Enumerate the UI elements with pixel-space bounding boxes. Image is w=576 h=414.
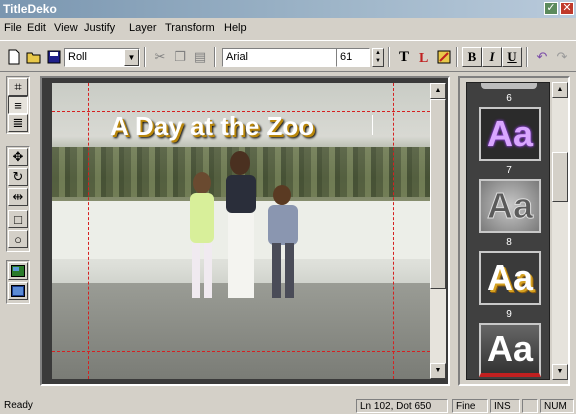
toolbar-separator — [214, 47, 216, 67]
close-button[interactable]: ✕ — [560, 2, 574, 15]
canvas-scrollbar[interactable]: ▲ ▼ — [430, 83, 446, 379]
style-number: 8 — [506, 237, 512, 248]
toolbar-separator — [144, 47, 146, 67]
window-titlebar: TitleDeko ✓ ✕ — [0, 0, 576, 18]
video-preview[interactable]: A Day at the Zoo — [52, 83, 430, 379]
rectangle-icon[interactable]: □ — [8, 210, 28, 228]
italic-button[interactable]: I — [482, 47, 502, 67]
menu-file[interactable]: File — [4, 22, 22, 34]
style-list[interactable]: 6 Aa 7 Aa 8 Aa 9 Aa — [466, 82, 550, 380]
style-scrollbar[interactable]: ▲ ▼ — [552, 82, 568, 380]
align-lines-icon[interactable]: ≣ — [8, 114, 28, 132]
empty-indicator — [522, 399, 538, 413]
family-figures — [190, 151, 298, 298]
menu-edit[interactable]: Edit — [27, 22, 46, 34]
title-text[interactable]: A Day at the Zoo — [110, 111, 314, 142]
menu-help[interactable]: Help — [224, 22, 247, 34]
new-file-icon[interactable] — [4, 47, 24, 67]
text-tool-button[interactable]: T — [394, 47, 414, 67]
canvas-scroll-thumb[interactable] — [430, 99, 446, 289]
status-bar: Ready Ln 102, Dot 650 Fine INS NUM — [0, 398, 576, 414]
maximize-button[interactable]: ✓ — [544, 2, 558, 15]
safe-area-guide-left — [88, 83, 89, 379]
toolbar-separator — [388, 47, 390, 67]
mode-select[interactable]: Roll ▼ — [64, 48, 140, 67]
paste-icon[interactable]: ▤ — [190, 47, 210, 67]
num-indicator: NUM — [540, 399, 574, 413]
style-swatch[interactable]: Aa — [479, 179, 541, 233]
scroll-down-icon[interactable]: ▼ — [430, 363, 446, 379]
style-swatch[interactable]: Aa — [479, 251, 541, 305]
scroll-down-icon[interactable]: ▼ — [552, 364, 568, 380]
background-icon[interactable] — [8, 282, 28, 300]
cursor-position: Ln 102, Dot 650 — [356, 399, 448, 413]
toolbar-separator — [526, 47, 528, 67]
cut-icon[interactable]: ✂ — [150, 47, 170, 67]
font-size-value: 61 — [340, 51, 353, 63]
status-text: Ready — [4, 400, 33, 411]
style-scroll-thumb[interactable] — [552, 152, 568, 202]
window-title: TitleDeko — [3, 2, 57, 16]
save-disk-icon[interactable] — [44, 47, 64, 67]
style-swatch-partial — [481, 83, 537, 89]
mode-select-value: Roll — [68, 51, 87, 63]
style-number: 9 — [506, 309, 512, 320]
style-panel: 6 Aa 7 Aa 8 Aa 9 Aa ▲ ▼ — [458, 76, 570, 386]
left-toolbox: ⌗ ≡ ≣ ✥ ↻ ⇹ □ ○ — [6, 76, 30, 396]
title-canvas[interactable]: A Day at the Zoo ▲ ▼ — [40, 76, 450, 386]
style-number: 7 — [506, 165, 512, 176]
open-folder-icon[interactable] — [24, 47, 44, 67]
style-swatch[interactable]: Aa — [479, 107, 541, 161]
main-toolbar: Roll ▼ ✂ ❐ ▤ Arial ▼ 61 ▲▼ T L B I U ↶ ↷ — [0, 40, 576, 72]
style-swatch[interactable]: Aa — [479, 323, 541, 377]
toolbar-separator — [456, 47, 458, 67]
style-number: 6 — [506, 93, 512, 104]
scroll-up-icon[interactable]: ▲ — [552, 82, 568, 98]
text-cursor — [372, 115, 373, 135]
undo-icon[interactable]: ↶ — [532, 47, 552, 67]
mirror-icon[interactable]: ⇹ — [8, 188, 28, 206]
font-size-spinner[interactable]: ▲ ▼ — [372, 48, 384, 67]
ins-indicator: INS — [490, 399, 520, 413]
copy-icon[interactable]: ❐ — [170, 47, 190, 67]
menu-justify[interactable]: Justify — [84, 22, 115, 34]
menu-view[interactable]: View — [54, 22, 78, 34]
style-brush-icon[interactable] — [434, 47, 454, 67]
font-size-input[interactable]: 61 — [336, 48, 370, 67]
move-icon[interactable]: ✥ — [8, 148, 28, 166]
picture-icon[interactable] — [8, 262, 28, 280]
rotate-icon[interactable]: ↻ — [8, 168, 28, 186]
redo-icon[interactable]: ↷ — [552, 47, 572, 67]
render-quality: Fine — [452, 399, 488, 413]
safe-area-guide-top — [52, 111, 430, 112]
scroll-up-icon[interactable]: ▲ — [430, 83, 446, 99]
safe-area-guide-right — [393, 83, 394, 379]
menu-bar: File Edit View Justify Layer Transform H… — [0, 18, 576, 38]
menu-layer[interactable]: Layer — [129, 22, 157, 34]
text-color-icon[interactable]: L — [414, 47, 434, 67]
svg-text:L: L — [419, 51, 428, 65]
chevron-down-icon[interactable]: ▼ — [124, 49, 139, 66]
ellipse-icon[interactable]: ○ — [8, 230, 28, 248]
align-center-icon[interactable]: ≡ — [8, 96, 28, 114]
grid-icon[interactable]: ⌗ — [8, 78, 28, 96]
safe-area-guide-bottom — [52, 351, 430, 352]
underline-button[interactable]: U — [502, 47, 522, 67]
bold-button[interactable]: B — [462, 47, 482, 67]
font-select-value: Arial — [226, 51, 249, 63]
menu-transform[interactable]: Transform — [165, 22, 215, 34]
